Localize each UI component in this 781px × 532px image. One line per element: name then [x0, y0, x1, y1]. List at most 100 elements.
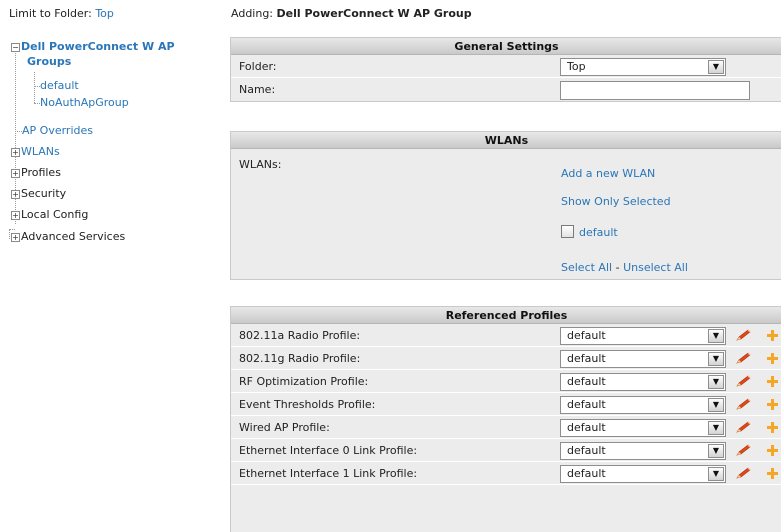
tree-connector — [15, 131, 22, 132]
profile-row: Ethernet Interface 1 Link Profile: defau… — [231, 462, 781, 485]
page-title-value: Dell PowerConnect W AP Group — [276, 7, 472, 20]
profile-select-value: default — [567, 398, 606, 411]
tree-item-noauthapgroup[interactable]: NoAuthApGroup — [40, 96, 129, 110]
wlan-default-label[interactable]: default — [579, 226, 618, 239]
profile-label: Wired AP Profile: — [239, 421, 330, 434]
select-links: Select All - Unselect All — [561, 261, 688, 274]
tree-root-groups-cont[interactable]: Groups — [27, 55, 71, 69]
plus-icon[interactable] — [766, 398, 779, 411]
chevron-down-icon[interactable]: ▼ — [708, 352, 724, 366]
tree-item-default[interactable]: default — [40, 79, 79, 93]
profile-row: 802.11g Radio Profile: default ▼ — [231, 347, 781, 370]
plus-box-icon[interactable]: + — [11, 190, 20, 199]
tree-item-wlans[interactable]: + WLANs — [11, 145, 60, 159]
pencil-icon[interactable] — [735, 374, 752, 388]
minus-box-icon[interactable]: − — [11, 43, 20, 52]
folder-label: Folder: — [239, 60, 277, 73]
pencil-icon[interactable] — [735, 466, 752, 480]
plus-box-icon[interactable]: + — [11, 148, 20, 157]
pencil-icon[interactable] — [735, 420, 752, 434]
pencil-icon[interactable] — [735, 397, 752, 411]
tree-root-label[interactable]: Dell PowerConnect W AP — [21, 40, 175, 53]
tree-item-label[interactable]: AP Overrides — [22, 124, 93, 137]
tree-connector — [34, 72, 35, 103]
profile-select[interactable]: default ▼ — [560, 373, 726, 391]
chevron-down-icon[interactable]: ▼ — [708, 467, 724, 481]
wlans-body: WLANs: Add a new WLAN Show Only Selected… — [231, 149, 781, 279]
main-content: Adding: Dell PowerConnect W AP Group Gen… — [230, 0, 781, 532]
chevron-down-icon[interactable]: ▼ — [708, 329, 724, 343]
tree-item-label[interactable]: NoAuthApGroup — [40, 96, 129, 109]
chevron-down-icon[interactable]: ▼ — [708, 444, 724, 458]
profile-select-value: default — [567, 444, 606, 457]
wlans-label: WLANs: — [239, 158, 282, 171]
plus-box-icon[interactable]: + — [11, 169, 20, 178]
profile-row: Wired AP Profile: default ▼ — [231, 416, 781, 439]
plus-icon[interactable] — [766, 421, 779, 434]
panel-header: General Settings — [231, 38, 781, 55]
separator: - — [615, 261, 620, 274]
unselect-all-link[interactable]: Unselect All — [623, 261, 688, 274]
folder-select[interactable]: Top ▼ — [560, 58, 726, 76]
tree-item-label[interactable]: Security — [21, 187, 66, 200]
plus-icon[interactable] — [766, 375, 779, 388]
plus-icon[interactable] — [766, 444, 779, 457]
tree-item-security[interactable]: + Security — [11, 187, 66, 201]
profile-select[interactable]: default ▼ — [560, 396, 726, 414]
pencil-icon[interactable] — [735, 351, 752, 365]
profile-row: RF Optimization Profile: default ▼ — [231, 370, 781, 393]
profile-label: Ethernet Interface 0 Link Profile: — [239, 444, 418, 457]
tree-item-label[interactable]: WLANs — [21, 145, 60, 158]
show-only-selected-link[interactable]: Show Only Selected — [561, 195, 671, 208]
profile-select-value: default — [567, 352, 606, 365]
tree-root-groups[interactable]: − Dell PowerConnect W AP — [11, 40, 175, 54]
plus-box-icon[interactable]: + — [11, 211, 20, 220]
profile-row: 802.11a Radio Profile: default ▼ — [231, 324, 781, 347]
name-input[interactable] — [560, 81, 750, 100]
wlan-default-checkbox[interactable] — [561, 225, 574, 238]
tree-item-ap-overrides[interactable]: AP Overrides — [22, 124, 93, 138]
wlan-option-default[interactable]: default — [561, 225, 618, 239]
pencil-icon[interactable] — [735, 328, 752, 342]
profile-select[interactable]: default ▼ — [560, 350, 726, 368]
chevron-down-icon[interactable]: ▼ — [708, 398, 724, 412]
tree-item-label[interactable]: Profiles — [21, 166, 61, 179]
profile-row: Ethernet Interface 0 Link Profile: defau… — [231, 439, 781, 462]
profile-label: RF Optimization Profile: — [239, 375, 369, 388]
tree-item-profiles[interactable]: + Profiles — [11, 166, 61, 180]
profile-label: Event Thresholds Profile: — [239, 398, 376, 411]
profile-select-value: default — [567, 375, 606, 388]
folder-row: Folder: Top ▼ — [231, 55, 781, 78]
folder-filter: Limit to Folder: Top — [9, 7, 114, 20]
tree-item-advanced-services[interactable]: + Advanced Services — [11, 230, 125, 244]
profile-label: 802.11a Radio Profile: — [239, 329, 361, 342]
select-all-link[interactable]: Select All — [561, 261, 612, 274]
general-settings-panel: General Settings Folder: Top ▼ Name: — [230, 37, 781, 102]
profile-select[interactable]: default ▼ — [560, 419, 726, 437]
add-wlan-link[interactable]: Add a new WLAN — [561, 167, 655, 180]
chevron-down-icon[interactable]: ▼ — [708, 375, 724, 389]
profile-select[interactable]: default ▼ — [560, 442, 726, 460]
profile-select[interactable]: default ▼ — [560, 465, 726, 483]
pencil-icon[interactable] — [735, 443, 752, 457]
plus-box-icon[interactable]: + — [11, 233, 20, 242]
tree-item-label[interactable]: Local Config — [21, 208, 88, 221]
wlans-panel: WLANs WLANs: Add a new WLAN Show Only Se… — [230, 131, 781, 280]
folder-filter-link[interactable]: Top — [95, 7, 114, 20]
tree-root-label-cont[interactable]: Groups — [27, 55, 71, 68]
tree-item-label[interactable]: Advanced Services — [21, 230, 125, 243]
profile-select[interactable]: default ▼ — [560, 327, 726, 345]
plus-icon[interactable] — [766, 329, 779, 342]
tree-item-label[interactable]: default — [40, 79, 79, 92]
name-row: Name: — [231, 78, 781, 101]
plus-icon[interactable] — [766, 467, 779, 480]
panel-header: WLANs — [231, 132, 781, 149]
referenced-profiles-panel: Referenced Profiles 802.11a Radio Profil… — [230, 306, 781, 532]
tree-item-local-config[interactable]: + Local Config — [11, 208, 88, 222]
name-label: Name: — [239, 83, 276, 96]
chevron-down-icon[interactable]: ▼ — [708, 421, 724, 435]
plus-icon[interactable] — [766, 352, 779, 365]
chevron-down-icon[interactable]: ▼ — [708, 60, 724, 74]
profile-rows: 802.11a Radio Profile: default ▼ 802.11g… — [231, 324, 781, 485]
page-title-label: Adding: — [231, 7, 274, 20]
